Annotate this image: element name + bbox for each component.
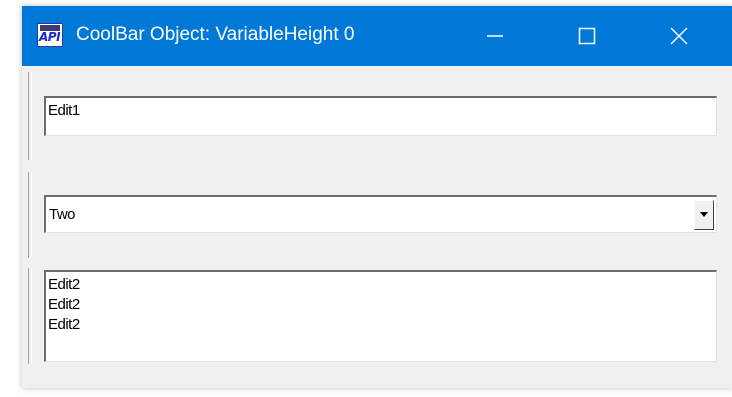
edit2-multiline[interactable]: Edit2 Edit2 Edit2 bbox=[44, 270, 717, 362]
title-bar[interactable]: API CoolBar Object: VariableHeight 0 bbox=[22, 6, 732, 66]
window-title: CoolBar Object: VariableHeight 0 bbox=[76, 24, 355, 45]
band-grip-2[interactable] bbox=[28, 172, 32, 258]
combo-box[interactable]: Two bbox=[44, 195, 717, 233]
minimize-icon bbox=[487, 35, 503, 37]
edit2-line: Edit2 bbox=[48, 276, 80, 293]
maximize-button[interactable] bbox=[552, 6, 622, 66]
close-icon bbox=[670, 27, 688, 45]
maximize-icon bbox=[578, 27, 596, 45]
combo-dropdown-button[interactable] bbox=[694, 200, 714, 230]
minimize-button[interactable] bbox=[460, 6, 530, 66]
band-grip-1[interactable] bbox=[28, 72, 32, 160]
close-button[interactable] bbox=[644, 6, 714, 66]
dropdown-arrow-icon bbox=[700, 212, 708, 217]
band-grip-3[interactable] bbox=[28, 268, 32, 364]
app-window: API CoolBar Object: VariableHeight 0 Edi… bbox=[22, 6, 732, 388]
edit2-line: Edit2 bbox=[48, 316, 80, 333]
edit1-field[interactable]: Edit1 bbox=[44, 96, 717, 136]
edit1-value: Edit1 bbox=[48, 102, 80, 119]
edit2-line: Edit2 bbox=[48, 296, 80, 313]
combo-selected-value: Two bbox=[49, 206, 76, 223]
app-icon[interactable]: API bbox=[37, 23, 63, 47]
